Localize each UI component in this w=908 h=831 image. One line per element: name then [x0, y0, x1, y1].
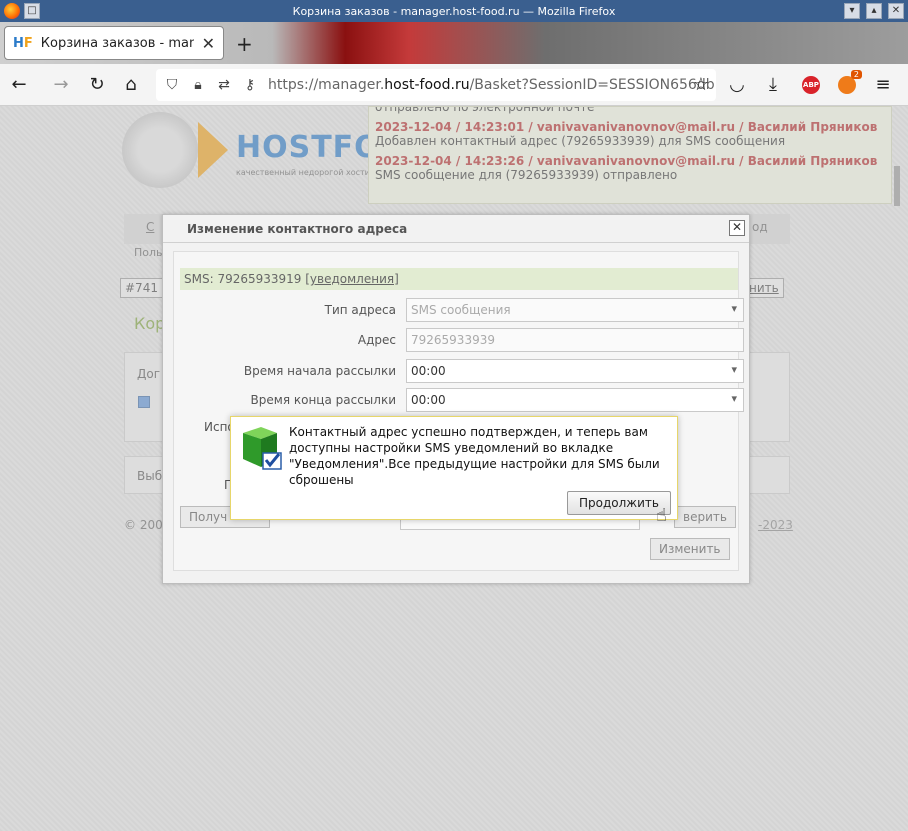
sms-info-strip: SMS: 79265933919 [уведомления]	[180, 268, 738, 290]
address-type-select[interactable]: SMS сообщения ▾	[406, 298, 744, 322]
start-time-label: Время начала рассылки	[243, 364, 396, 378]
chevron-down-icon: ▾	[731, 363, 737, 376]
check-button[interactable]: верить	[674, 506, 736, 528]
tab-label: Корзина заказов - manage	[40, 35, 194, 51]
permissions-icon[interactable]: ⇄	[216, 77, 232, 93]
downloads-icon[interactable]: ⤓	[762, 74, 784, 96]
back-icon[interactable]: ←	[8, 74, 30, 96]
pocket-icon[interactable]: ◡	[726, 74, 748, 96]
url-text: https://manager.host-food.ru/Basket?Sess…	[268, 77, 715, 93]
window-title: Корзина заказов - manager.host-food.ru —…	[292, 4, 616, 18]
chevron-down-icon: ▾	[731, 392, 737, 405]
edit-contact-dialog: Изменение контактного адреса ✕ SMS: 7926…	[162, 214, 750, 584]
sms-number: SMS: 79265933919	[184, 272, 306, 286]
green-check-icon	[243, 427, 282, 470]
start-time-select[interactable]: 00:00 ▾	[406, 359, 744, 383]
minimize-icon[interactable]: ▾	[844, 3, 860, 19]
end-time-label: Время конца рассылки	[250, 393, 396, 407]
menu-icon[interactable]: ≡	[872, 74, 894, 96]
dialog-body: SMS: 79265933919 [уведомления] Тип адрес…	[173, 251, 744, 571]
maximize-icon[interactable]: ▴	[866, 3, 882, 19]
address-input[interactable]: 79265933939	[406, 328, 744, 352]
hostfood-favicon-icon: HF	[13, 35, 33, 51]
start-time-row: Время начала рассылки 00:00 ▾	[180, 359, 744, 383]
address-row: Адрес 79265933939	[180, 328, 744, 352]
reload-icon[interactable]: ↻	[86, 74, 108, 96]
bookmark-star-icon[interactable]: ☆	[690, 74, 712, 96]
end-time-select[interactable]: 00:00 ▾	[406, 388, 744, 412]
tab-strip: HF Корзина заказов - manage ✕ +	[0, 22, 908, 64]
extension-badge: 2	[850, 70, 862, 79]
change-button[interactable]: Изменить	[650, 538, 730, 560]
forward-icon[interactable]: →	[50, 74, 72, 96]
navigation-bar: ← → ↻ ⌂ ⛉ 🔒︎ ⇄ ⚷ https://manager.host-fo…	[0, 64, 908, 106]
address-type-row: Тип адреса SMS сообщения ▾	[180, 298, 744, 322]
end-time-row: Время конца рассылки 00:00 ▾	[180, 388, 744, 412]
confirmation-alert: Контактный адрес успешно подтвержден, и …	[230, 416, 678, 520]
notifications-link[interactable]: [уведомления]	[305, 272, 399, 286]
dialog-close-icon[interactable]: ✕	[729, 220, 745, 236]
new-tab-icon[interactable]: +	[236, 32, 253, 56]
key-icon[interactable]: ⚷	[242, 77, 258, 93]
home-icon[interactable]: ⌂	[120, 74, 142, 96]
window-titlebar: □ Корзина заказов - manager.host-food.ru…	[0, 0, 908, 22]
url-bar[interactable]: ⛉ 🔒︎ ⇄ ⚷ https://manager.host-food.ru/Ba…	[156, 69, 716, 101]
shield-icon[interactable]: ⛉	[164, 77, 180, 93]
extension-icon[interactable]: 2	[838, 70, 862, 94]
address-label: Адрес	[357, 333, 396, 347]
close-window-icon[interactable]: ✕	[888, 3, 904, 19]
hand-cursor-icon: ☝	[656, 505, 667, 526]
tab-basket[interactable]: HF Корзина заказов - manage ✕	[4, 26, 224, 60]
chevron-down-icon: ▾	[731, 302, 737, 315]
lock-icon[interactable]: 🔒︎	[190, 77, 206, 93]
dialog-title: Изменение контактного адреса	[187, 222, 408, 236]
tab-close-icon[interactable]: ✕	[202, 34, 215, 53]
address-type-label: Тип адреса	[324, 303, 396, 317]
dialog-header: Изменение контактного адреса ✕	[163, 215, 749, 243]
adblock-icon[interactable]: ABP	[802, 76, 820, 94]
alert-message: Контактный адрес успешно подтвержден, и …	[289, 425, 660, 487]
